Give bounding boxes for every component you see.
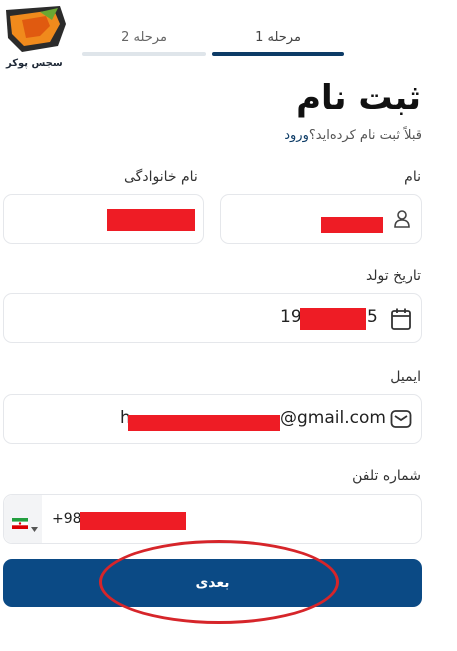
step-2-progress xyxy=(82,52,206,56)
login-prompt: قبلاً ثبت نام کرده‌اید؟ xyxy=(308,128,422,143)
step-1-label[interactable]: مرحله 1 xyxy=(212,30,344,45)
first-name-field[interactable] xyxy=(220,194,422,244)
redaction-block xyxy=(300,308,366,330)
last-name-field[interactable] xyxy=(3,194,204,244)
last-name-label: نام خانوادگی xyxy=(124,169,198,185)
envelope-icon xyxy=(390,409,412,433)
login-prompt-row: قبلاً ثبت نام کرده‌اید؟ورود xyxy=(284,128,422,143)
first-name-label: نام xyxy=(404,169,421,185)
calendar-icon[interactable] xyxy=(390,307,412,335)
person-icon xyxy=(393,209,411,233)
email-label: ایمیل xyxy=(390,369,421,385)
step-2-label[interactable]: مرحله 2 xyxy=(82,30,206,45)
birth-date-label: تاریخ تولد xyxy=(365,268,421,284)
phone-label: شماره تلفن xyxy=(352,468,421,484)
caret-down-icon xyxy=(31,517,38,536)
country-code: +98 xyxy=(52,511,82,527)
redaction-block xyxy=(128,415,280,431)
iran-flag-icon xyxy=(12,514,28,533)
page-title: ثبت نام xyxy=(296,78,421,118)
email-field[interactable]: h @gmail.com xyxy=(3,394,422,444)
birth-date-prefix: 19 xyxy=(280,307,302,327)
birth-date-suffix: 5 xyxy=(367,307,378,327)
next-button[interactable]: بعدی xyxy=(3,559,422,607)
redaction-block xyxy=(107,209,195,231)
redaction-block xyxy=(80,512,186,530)
step-1-progress xyxy=(212,52,344,56)
country-selector[interactable] xyxy=(4,495,42,543)
login-link[interactable]: ورود xyxy=(284,128,309,143)
brand-name: سجس پوکر xyxy=(6,58,63,69)
phone-field[interactable]: +98 xyxy=(3,494,422,544)
email-suffix: @gmail.com xyxy=(280,408,386,428)
redaction-block xyxy=(321,217,383,233)
birth-date-field[interactable]: 19 5 xyxy=(3,293,422,343)
